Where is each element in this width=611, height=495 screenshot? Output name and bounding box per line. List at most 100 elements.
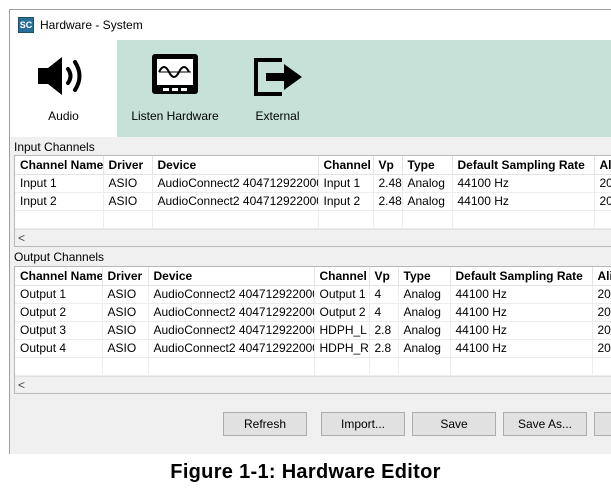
table-cell: 44100 Hz bbox=[450, 321, 593, 340]
table-cell: Analog bbox=[398, 303, 451, 322]
column-header[interactable]: Channel bbox=[314, 267, 370, 286]
column-header[interactable]: Device bbox=[148, 267, 315, 286]
empty-cell bbox=[450, 357, 593, 376]
table-cell: 20 bbox=[592, 303, 611, 322]
column-header[interactable]: Channel Name bbox=[15, 267, 103, 286]
table-cell: Analog bbox=[398, 285, 451, 304]
external-tool-button[interactable]: External bbox=[235, 40, 320, 137]
column-header[interactable]: Default Sampling Rate bbox=[452, 156, 595, 175]
column-header[interactable]: Vp bbox=[369, 267, 399, 286]
figure-caption: Figure 1-1: Hardware Editor bbox=[170, 461, 441, 483]
input-header-row: Channel Name Driver Device Channel Vp Type Def… bbox=[15, 156, 611, 175]
table-cell: Output 2 bbox=[314, 303, 370, 322]
column-header[interactable]: Ali bbox=[594, 156, 611, 175]
empty-cell bbox=[103, 210, 153, 229]
table-cell: Input 1 bbox=[318, 174, 374, 193]
table-row[interactable]: Output 2 ASIO AudioConnect2 404712922000 Ou… bbox=[15, 303, 611, 322]
table-row[interactable]: Output 3 ASIO AudioConnect2 404712922000 HD… bbox=[15, 321, 611, 340]
toolbar: Audio Listen Hardware External bbox=[10, 40, 611, 137]
empty-cell bbox=[402, 210, 453, 229]
table-cell: ASIO bbox=[103, 174, 153, 193]
column-header[interactable]: Ali bbox=[592, 267, 611, 286]
empty-cell bbox=[148, 357, 315, 376]
table-cell: 20 bbox=[592, 285, 611, 304]
table-cell: 4 bbox=[369, 303, 399, 322]
audio-tool-button[interactable]: Audio bbox=[10, 40, 117, 137]
table-cell: 44100 Hz bbox=[450, 303, 593, 322]
extra-button-partial[interactable] bbox=[594, 412, 611, 436]
table-cell: Output 3 bbox=[15, 321, 103, 340]
table-cell: 44100 Hz bbox=[452, 174, 595, 193]
table-cell: 20 bbox=[594, 192, 611, 211]
table-row[interactable]: Input 2 ASIO AudioConnect2 404712922000 Inp… bbox=[15, 192, 611, 211]
input-channels-label: Input Channels bbox=[14, 140, 95, 154]
table-cell: 20 bbox=[594, 174, 611, 193]
table-cell: 20 bbox=[592, 339, 611, 358]
empty-cell bbox=[152, 210, 319, 229]
input-channels-table: Channel Name Driver Device Channel Vp Type Def… bbox=[15, 156, 611, 229]
column-header[interactable]: Channel Name bbox=[15, 156, 104, 175]
empty-cell bbox=[398, 357, 451, 376]
output-channels-label: Output Channels bbox=[14, 250, 105, 264]
input-horizontal-scrollbar[interactable]: < bbox=[15, 229, 611, 246]
import-button[interactable]: Import... bbox=[321, 412, 405, 436]
column-header[interactable]: Type bbox=[398, 267, 451, 286]
table-cell: Analog bbox=[398, 321, 451, 340]
window-title: Hardware - System bbox=[40, 18, 143, 32]
table-row[interactable]: Output 4 ASIO AudioConnect2 404712922000 HD… bbox=[15, 339, 611, 358]
table-cell: AudioConnect2 404712922000 bbox=[152, 174, 319, 193]
output-horizontal-scrollbar[interactable]: < bbox=[15, 376, 611, 393]
external-tool-label: External bbox=[255, 109, 300, 123]
table-cell: Input 2 bbox=[15, 192, 104, 211]
table-cell: AudioConnect2 404712922000 bbox=[148, 339, 315, 358]
empty-cell bbox=[373, 210, 403, 229]
empty-cell bbox=[452, 210, 595, 229]
table-cell: Analog bbox=[402, 192, 453, 211]
table-cell: ASIO bbox=[102, 303, 149, 322]
empty-cell bbox=[314, 357, 370, 376]
scroll-left-icon[interactable]: < bbox=[18, 231, 25, 245]
output-channels-grid: Channel Name Driver Device Channel Vp Type Def… bbox=[14, 266, 611, 394]
empty-cell bbox=[15, 210, 104, 229]
column-header[interactable]: Channel bbox=[318, 156, 374, 175]
save-button[interactable]: Save bbox=[412, 412, 496, 436]
table-cell: AudioConnect2 404712922000 bbox=[148, 285, 315, 304]
table-cell: 44100 Hz bbox=[452, 192, 595, 211]
table-row[interactable]: Input 1 ASIO AudioConnect2 404712922000 Inp… bbox=[15, 174, 611, 193]
table-cell: HDPH_R bbox=[314, 339, 370, 358]
audio-tool-label: Audio bbox=[48, 109, 79, 123]
listen-hardware-tool-button[interactable]: Listen Hardware bbox=[120, 40, 230, 137]
refresh-button[interactable]: Refresh bbox=[223, 412, 307, 436]
table-cell: 2.48 bbox=[373, 192, 403, 211]
table-cell: ASIO bbox=[102, 321, 149, 340]
table-cell: Output 1 bbox=[15, 285, 103, 304]
empty-row bbox=[15, 357, 611, 376]
column-header[interactable]: Driver bbox=[103, 156, 153, 175]
column-header[interactable]: Default Sampling Rate bbox=[450, 267, 593, 286]
empty-cell bbox=[594, 210, 611, 229]
column-header[interactable]: Driver bbox=[102, 267, 149, 286]
table-cell: Output 1 bbox=[314, 285, 370, 304]
listen-hardware-tool-label: Listen Hardware bbox=[131, 109, 219, 123]
title-bar: SC Hardware - System bbox=[10, 10, 611, 40]
table-cell: ASIO bbox=[102, 285, 149, 304]
scroll-left-icon[interactable]: < bbox=[18, 378, 25, 392]
column-header[interactable]: Type bbox=[402, 156, 453, 175]
column-header[interactable]: Device bbox=[152, 156, 319, 175]
table-cell: 2.8 bbox=[369, 339, 399, 358]
table-cell: 44100 Hz bbox=[450, 339, 593, 358]
empty-cell bbox=[592, 357, 611, 376]
hardware-window: SC Hardware - System Audio Listen Hardwa… bbox=[9, 9, 611, 454]
table-cell: Input 1 bbox=[15, 174, 104, 193]
table-cell: 4 bbox=[369, 285, 399, 304]
monitor-waveform-icon bbox=[149, 52, 201, 100]
table-cell: AudioConnect2 404712922000 bbox=[148, 321, 315, 340]
output-channels-table: Channel Name Driver Device Channel Vp Type Def… bbox=[15, 267, 611, 376]
table-row[interactable]: Output 1 ASIO AudioConnect2 404712922000 Ou… bbox=[15, 285, 611, 304]
empty-cell bbox=[318, 210, 374, 229]
table-cell: ASIO bbox=[103, 192, 153, 211]
column-header[interactable]: Vp bbox=[373, 156, 403, 175]
save-as-button[interactable]: Save As... bbox=[503, 412, 587, 436]
table-cell: AudioConnect2 404712922000 bbox=[152, 192, 319, 211]
table-cell: Output 2 bbox=[15, 303, 103, 322]
